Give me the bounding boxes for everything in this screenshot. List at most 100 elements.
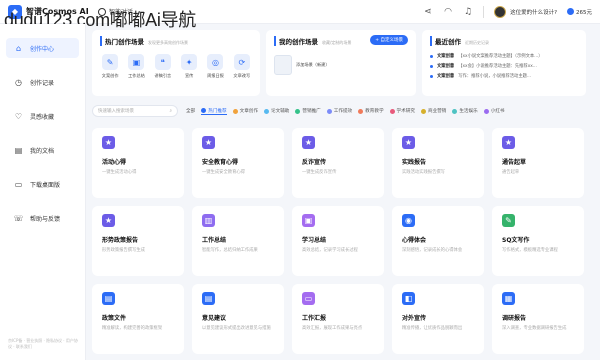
scene-icon: ✎ [502,214,515,227]
scene-card-title: 调研报告 [502,315,527,322]
hot-scene-item[interactable]: ▣ 工作总结 [126,54,146,79]
scene-icon: ★ [102,136,115,149]
scene-card-desc: 精准解读，构建完善的政策框架 [102,326,163,331]
scene-card-title: 对外宣传 [402,315,427,322]
scene-card[interactable]: ★ 反诈宣传 一键生成反诈宣传 [292,128,384,198]
scene-card-desc: 一键生成反诈宣传 [302,170,337,175]
category-dot [263,108,269,114]
scene-icon: ▦ [502,292,515,305]
scene-icon: ▤ [202,292,215,305]
sidebar-item-help[interactable]: ☏ 帮助与反馈 [6,208,79,228]
scene-card-title: 实践报告 [402,159,427,166]
document-icon [274,55,292,75]
category-dot [326,108,332,114]
tab-life[interactable]: 生活娱乐 [452,108,478,114]
search-icon: ⌕ [169,109,172,114]
new-scene-button[interactable]: + 自定义场景 [370,35,408,45]
panel-subtitle: 发现更多高效创作场景 [148,40,188,45]
category-dot [232,108,238,114]
scene-icon: ◉ [402,214,415,227]
rewrite-icon: ⟳ [233,54,250,70]
tab-education[interactable]: 教育教学 [358,108,384,114]
help-icon: ☏ [13,213,24,223]
tab-all[interactable]: 全部 [186,108,195,114]
scene-card-title: 形势政策报告 [102,237,139,244]
scene-card[interactable]: ★ 形势政策报告 形势政策报告撰写生成 [92,206,184,276]
sparkle-icon: ✦ [181,54,198,70]
scene-card-desc: 以意见建议形式提出改进意见与措施 [202,326,271,331]
scene-card-title: 心得体会 [402,237,427,244]
scene-card[interactable]: ▤ 政策文件 精准解读，构建完善的政策框架 [92,284,184,354]
search-placeholder: 快速输入搜索场景 [98,109,134,114]
recent-item[interactable]: 文案创意 写作：推荐小说，小说推荐活动主题... [430,71,578,81]
scene-icon: ★ [202,136,215,149]
scene-card[interactable]: ★ 通告起草 通告起草 [492,128,584,198]
coin-icon [567,8,574,15]
recent-item[interactable]: 文案创意 【xx会】小说推荐活动主题：先推荐xx... [430,61,578,71]
scene-card[interactable]: ◉ 心得体会 深刻感悟，记录成长的心得体会 [392,206,484,276]
scene-card-desc: 形势政策报告撰写生成 [102,248,145,253]
scene-card[interactable]: ▥ 工作总结 智能写作，总结归纳工作成果 [192,206,284,276]
sidebar-item-history[interactable]: ◷ 创作记录 [6,72,79,92]
scene-card-desc: 一键生成活动心得 [102,170,137,175]
document-icon: ▤ [14,145,23,155]
scene-card[interactable]: ◧ 对外宣传 精准传播，让优质作品脱颖而出 [392,284,484,354]
search-input[interactable]: 快速输入搜索场景 ⌕ [92,105,178,117]
quote-icon: ❝ [154,54,171,70]
tab-paper[interactable]: 论文辅助 [263,108,289,114]
scene-card-desc: 高效总结，记录学习成长过程 [302,248,358,253]
scene-card-title: 工作总结 [202,237,227,244]
scene-card-desc: 写作格式，模板精选专业课程 [502,248,558,253]
scene-card-title: 工作汇报 [302,315,327,322]
scene-card[interactable]: ★ 实践报告 实践活动实践报告撰写 [392,128,484,198]
my-scenes-panel: 我的创作场景 收藏/定制的场景 + 自定义场景 添加场景（新建） [266,30,416,96]
category-dot [358,108,364,114]
sidebar-item-label: 创作记录 [30,79,55,87]
tab-articles[interactable]: 文章创作 [232,108,258,114]
tab-xiaohongshu[interactable]: 小红书 [483,108,505,114]
category-dot [483,108,489,114]
sidebar-item-creation-center[interactable]: ⌂ 创作中心 [6,38,79,58]
sidebar-item-label: 灵感收藏 [30,113,55,121]
sidebar-item-download[interactable]: ▭ 下载桌面版 [6,174,79,194]
headset-icon[interactable]: ◠ [443,7,453,17]
monitor-icon: ▭ [14,179,23,189]
sidebar-item-label: 帮助与反馈 [30,215,61,223]
category-dot [389,108,395,114]
panel-subtitle: 收藏/定制的场景 [322,40,352,45]
tab-hot[interactable]: 热门推荐 [201,108,227,115]
tab-marketing[interactable]: 营销推广 [295,108,321,114]
hot-scene-item[interactable]: ⟳ 文章改写 [232,54,252,79]
scene-card[interactable]: ▭ 工作汇报 高效汇报，展现工作成果与亮点 [292,284,384,354]
tab-work[interactable]: 工作提效 [326,108,352,114]
tab-business[interactable]: 商业营销 [420,108,446,114]
hot-scene-item[interactable]: ✎ 文案创作 [100,54,120,79]
share-icon[interactable]: ⋖ [423,7,433,17]
sidebar-item-favorites[interactable]: ♡ 灵感收藏 [6,106,79,126]
scene-card[interactable]: ✎ SQ文写作 写作格式，模板精选专业课程 [492,206,584,276]
hot-scene-item[interactable]: ✦ 宣传 [179,54,199,79]
points-badge[interactable]: 265元 [567,8,592,16]
bulb-icon: ♡ [14,111,23,121]
sidebar-item-documents[interactable]: ▤ 我的文档 [6,140,79,160]
sidebar-footer: 京ICP备 · 营业执照 · 隐私协议 · 用户协议 · 联系我们 [8,338,78,349]
scene-card[interactable]: ★ 安全教育心得 一键生成安全教育心得 [192,128,284,198]
bullet-icon [430,54,433,58]
scene-card[interactable]: ★ 活动心得 一键生成活动心得 [92,128,184,198]
scene-card-desc: 精准传播，让优质作品脱颖而出 [402,326,463,331]
scene-card[interactable]: ▣ 学习总结 高效总结，记录学习成长过程 [292,206,384,276]
user-menu[interactable]: 这位爱的什么设计? [494,5,557,18]
scene-card[interactable]: ▤ 意见建议 以意见建议形式提出改进意见与措施 [192,284,284,354]
scene-card[interactable]: ▦ 调研报告 深入调查，专业数据调研报告生成 [492,284,584,354]
tab-research[interactable]: 学术研究 [389,108,415,114]
scene-icon: ▥ [202,214,215,227]
bullet-icon [430,74,433,78]
panel-title: 最近创作 [430,36,461,46]
hot-scene-item[interactable]: ❝ 讲稿引言 [153,54,173,79]
category-dot [420,108,426,114]
my-scene-item[interactable]: 添加场景（新建） [274,55,408,75]
recent-item[interactable]: 文案创意 【xx小说文案推荐活动主题】（示例文本...） [430,51,578,61]
hot-scene-item[interactable]: ◎ 周报日报 [205,54,225,79]
bell-icon[interactable]: ♫ [463,7,473,17]
scene-card-desc: 一键生成安全教育心得 [202,170,245,175]
